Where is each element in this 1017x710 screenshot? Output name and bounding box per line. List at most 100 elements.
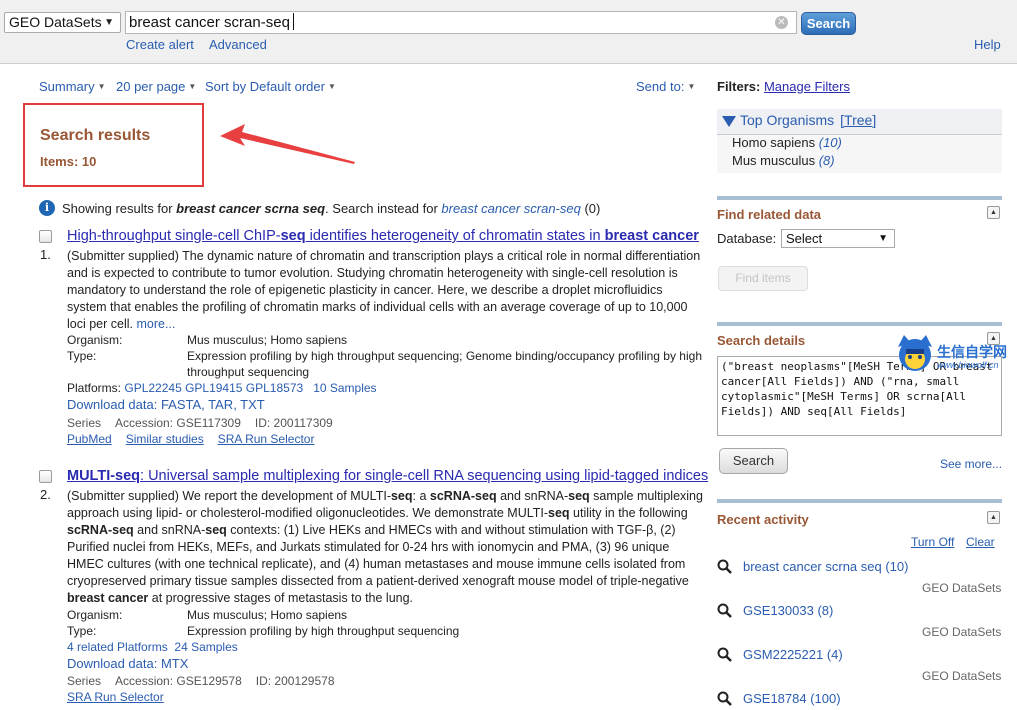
desc-part: seq: [390, 489, 413, 503]
id-value: ID: 200129578: [255, 674, 335, 688]
organism-name: Mus musculus: [732, 153, 816, 168]
send-to-dropdown[interactable]: Send to: ▼: [636, 79, 695, 94]
platforms-link[interactable]: 4 related Platforms: [67, 640, 168, 654]
sort-dropdown[interactable]: Sort by Default order ▼: [205, 79, 336, 94]
result-links: SRA Run Selector: [67, 690, 178, 704]
desc-part: : a: [412, 489, 430, 503]
collapse-triangle-icon[interactable]: [722, 116, 736, 127]
find-items-button[interactable]: Find items: [718, 266, 808, 291]
results-title: Search results: [40, 127, 151, 144]
tree-link[interactable]: [Tree]: [840, 112, 876, 128]
dropdown-caret-icon: ▼: [97, 82, 106, 91]
result-description: (Submitter supplied) The dynamic nature …: [67, 248, 703, 333]
showing-results-text: Showing results for breast cancer scrna …: [62, 201, 600, 216]
recent-query-link[interactable]: breast cancer scrna seq (10): [743, 559, 908, 574]
platforms-link[interactable]: GPL22245 GPL19415 GPL18573: [124, 381, 303, 395]
help-link[interactable]: Help: [974, 37, 1001, 52]
search-instead-link[interactable]: breast cancer scran-seq: [441, 201, 580, 216]
title-part: seq: [280, 228, 306, 244]
sra-run-selector-link[interactable]: SRA Run Selector: [67, 690, 164, 704]
organism-count: (10): [818, 135, 842, 150]
collapse-up-icon[interactable]: ▲: [987, 511, 1000, 524]
showing-suffix: (0): [580, 201, 601, 216]
dropdown-caret-icon: ▼: [878, 233, 888, 244]
type-label: Type:: [67, 624, 97, 638]
search-icon: [717, 647, 732, 662]
organism-filter-item[interactable]: Mus musculus (8): [732, 153, 835, 168]
collapse-up-icon[interactable]: ▲: [987, 206, 1000, 219]
result-checkbox[interactable]: [39, 470, 52, 483]
result-number: 1.: [40, 247, 51, 262]
series-label: Series: [67, 416, 102, 430]
dropdown-caret-icon: ▼: [104, 17, 114, 28]
advanced-link[interactable]: Advanced: [209, 37, 267, 52]
recent-query-link[interactable]: GSE130033 (8): [743, 603, 833, 618]
result-number: 2.: [40, 487, 51, 502]
title-part: MULTI-seq: [67, 468, 141, 484]
top-organisms-label[interactable]: Top Organisms: [740, 112, 834, 128]
results-count: Items: 10: [40, 154, 97, 169]
dropdown-caret-icon: ▼: [327, 82, 336, 91]
accession-line: Series Accession: GSE129578 ID: 200129578: [67, 674, 349, 688]
organism-count: (8): [818, 153, 835, 168]
search-button[interactable]: Search: [801, 12, 856, 35]
database-select-value: GEO DataSets: [9, 14, 102, 30]
samples-link[interactable]: 24 Samples: [174, 640, 237, 654]
clear-link[interactable]: Clear: [966, 535, 995, 549]
accession-value: Accession: GSE129578: [115, 674, 242, 688]
turn-off-link[interactable]: Turn Off: [911, 535, 954, 549]
platforms-line: Platforms: GPL22245 GPL19415 GPL18573 10…: [67, 381, 377, 395]
manage-filters-link[interactable]: Manage Filters: [764, 79, 850, 94]
database-label: Database:: [717, 231, 777, 246]
title-part: : Universal sample multiplexing for sing…: [140, 468, 709, 484]
organism-label: Organism:: [67, 608, 123, 622]
related-database-select[interactable]: Select ▼: [781, 229, 895, 248]
search-input[interactable]: breast cancer scran-seq ✕: [125, 11, 797, 34]
result-title-link[interactable]: High-throughput single-cell ChIP-seq ide…: [67, 228, 699, 244]
download-data[interactable]: Download data: FASTA, TAR, TXT: [67, 397, 265, 412]
result-checkbox[interactable]: [39, 230, 52, 243]
recent-activity-title: Recent activity: [717, 512, 809, 527]
find-related-title: Find related data: [717, 207, 822, 222]
per-page-label: 20 per page: [116, 79, 186, 94]
database-select[interactable]: GEO DataSets ▼: [4, 12, 121, 33]
download-data[interactable]: Download data: MTX: [67, 656, 188, 671]
dropdown-caret-icon: ▼: [687, 82, 696, 91]
desc-part: seq: [205, 523, 227, 537]
summary-dropdown[interactable]: Summary ▼: [39, 79, 106, 94]
result-title-link[interactable]: MULTI-seq: Universal sample multiplexing…: [67, 468, 708, 484]
create-alert-link[interactable]: Create alert: [126, 37, 194, 52]
recent-query-link[interactable]: GSE18784 (100): [743, 691, 841, 706]
result-description: (Submitter supplied) We report the devel…: [67, 488, 703, 607]
organism-label: Organism:: [67, 333, 123, 347]
watermark-title: 生信自学网: [937, 344, 1007, 360]
more-link[interactable]: more...: [136, 317, 175, 331]
details-search-button[interactable]: Search: [719, 448, 788, 474]
related-database-value: Select: [786, 231, 823, 246]
see-more-link[interactable]: See more...: [940, 457, 1002, 471]
desc-part: at progressive stages of metastasis to t…: [148, 591, 414, 605]
accession-value: Accession: GSE117309: [115, 416, 241, 430]
sort-label: Sort by Default order: [205, 79, 325, 94]
desc-part: breast cancer: [67, 591, 149, 605]
section-divider: [717, 322, 1002, 326]
organism-filter-item[interactable]: Homo sapiens (10): [732, 135, 842, 150]
title-part: identifies heterogeneity of chromatin st…: [305, 228, 605, 244]
clear-icon[interactable]: ✕: [775, 16, 788, 29]
type-value: Expression profiling by high throughput …: [187, 624, 460, 638]
sra-run-selector-link[interactable]: SRA Run Selector: [218, 432, 315, 446]
per-page-dropdown[interactable]: 20 per page ▼: [116, 79, 196, 94]
pubmed-link[interactable]: PubMed: [67, 432, 112, 446]
recent-query-link[interactable]: GSM2225221 (4): [743, 647, 843, 662]
samples-link[interactable]: 10 Samples: [313, 381, 376, 395]
summary-label: Summary: [39, 79, 95, 94]
section-divider: [717, 499, 1002, 503]
search-icon: [717, 559, 732, 574]
similar-studies-link[interactable]: Similar studies: [126, 432, 204, 446]
recent-query-db: GEO DataSets: [922, 625, 1002, 639]
search-icon: [717, 603, 732, 618]
top-organisms-title: Top Organisms [Tree]: [740, 112, 876, 128]
title-part: High-throughput single-cell ChIP-: [67, 228, 281, 244]
wolf-logo-icon: [898, 335, 932, 371]
showing-term: breast cancer scrna seq: [176, 201, 326, 216]
